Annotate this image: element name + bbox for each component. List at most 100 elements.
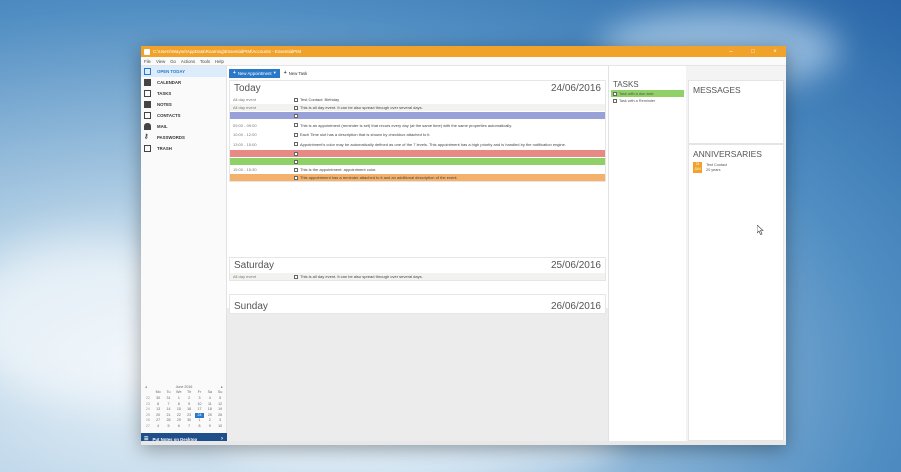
calendar-day[interactable]: 9 [205,424,215,429]
calendar-day[interactable]: 30 [153,396,163,401]
event-checkbox[interactable] [294,113,298,118]
new-appointment-button[interactable]: + New Appointment ▾ [229,68,280,78]
task-checkbox[interactable] [613,91,617,96]
calendar-day[interactable]: 1 [174,396,184,401]
calendar-day[interactable]: 10 [215,424,225,429]
new-task-button[interactable]: + New Task [284,70,307,76]
calendar-day[interactable]: 11 [205,402,215,407]
event-row[interactable]: 13:00 - 15:00 Appointment's color may be … [230,138,605,149]
calendar-day[interactable]: 1 [195,418,205,423]
task-item[interactable]: Task with a due date [611,90,684,97]
sidebar-item-contacts[interactable]: CONTACTS [141,110,226,121]
event-row[interactable]: 10:00 - 12:00 Each Time slot has a descri… [230,130,605,138]
task-item[interactable]: Task with a Reminder [611,97,684,104]
calendar-day[interactable]: 14 [164,407,174,412]
sidebar-item-calendar[interactable]: CALENDAR [141,77,226,88]
event-row[interactable]: 09:00 - 09:00 This is an appointment (rem… [230,119,605,130]
calendar-day[interactable]: 8 [174,402,184,407]
calendar-day[interactable]: 3 [195,396,205,401]
event-checkbox[interactable] [294,142,298,146]
calendar-day[interactable]: 17 [195,407,205,412]
task-checkbox[interactable] [613,98,617,103]
calendar-day[interactable]: 23 [184,413,194,418]
event-checkbox[interactable] [294,151,298,156]
calendar-day[interactable]: 7 [164,402,174,407]
event-checkbox[interactable] [294,97,298,102]
menu-help[interactable]: Help [215,59,224,64]
event-row[interactable]: 15:00 - 15:30 This is the appointment: ap… [230,165,605,173]
right-panels: MESSAGES ANNIVERSARIES 24 JUN Test Conta… [686,66,786,445]
calendar-day[interactable]: 28 [164,418,174,423]
calendar-day[interactable]: 4 [205,396,215,401]
calendar-day[interactable]: 22 [174,413,184,418]
menu-go[interactable]: Go [170,59,176,64]
calendar-day[interactable]: 30 [184,418,194,423]
anniversary-item[interactable]: 24 JUN Test Contact 20 years [689,159,783,176]
week-number: 25 [145,412,150,417]
calendar-day[interactable]: 15 [174,407,184,412]
menu-file[interactable]: File [144,59,151,64]
calendar-icon [144,79,151,86]
calendar-day[interactable]: 29 [174,418,184,423]
calendar-day[interactable]: 9 [184,402,194,407]
event-row[interactable] [230,157,605,165]
sidebar-item-notes[interactable]: NOTES [141,99,226,110]
menu-actions[interactable]: Actions [181,59,195,64]
event-text: This is all day event. It can be also sp… [300,274,423,279]
event-row[interactable]: This appointment has a reminder attached… [230,173,605,181]
event-row[interactable]: All day event This is all day event. It c… [230,103,605,111]
calendar-day[interactable]: 10 [195,402,205,407]
menu-tools[interactable]: Tools [200,59,210,64]
sidebar-item-tasks[interactable]: TASKS [141,88,226,99]
maximize-button[interactable]: □ [742,49,764,55]
calendar-day[interactable]: 6 [153,402,163,407]
chevron-down-icon[interactable]: ▾ [274,70,276,76]
weekday-label: Tu [166,390,171,395]
app-window: C:\Users\Wayne\AppData\Roaming\Essential… [141,46,786,445]
calendar-day[interactable]: 26 [215,413,225,418]
calendar-day[interactable]: 31 [164,396,174,401]
calendar-day[interactable]: 27 [153,418,163,423]
menu-view[interactable]: View [156,59,165,64]
calendar-day[interactable]: 12 [215,402,225,407]
minimize-button[interactable]: – [720,49,742,55]
sidebar-item-mail[interactable]: MAIL [141,121,226,132]
mini-calendar-month: June 2016 [175,385,193,390]
calendar-day[interactable]: 5 [215,396,225,401]
event-row[interactable]: All day event Test Contact: Birthday [230,95,605,103]
event-time: 09:00 - 09:00 [233,122,257,128]
event-checkbox[interactable] [294,132,298,137]
calendar-day[interactable]: 7 [184,424,194,429]
event-row[interactable] [230,111,605,119]
calendar-day[interactable]: 5 [164,424,174,429]
calendar-day[interactable]: 24 [194,412,205,418]
event-checkbox[interactable] [294,175,298,180]
sidebar-item-trash[interactable]: TRASH [141,143,226,154]
next-month-arrow-icon[interactable]: ▸ [221,385,223,389]
calendar-day[interactable]: 18 [205,407,215,412]
event-row[interactable] [230,149,605,157]
calendar-day[interactable]: 13 [153,407,163,412]
event-checkbox[interactable] [294,123,298,127]
calendar-day[interactable]: 2 [184,396,194,401]
calendar-day[interactable]: 20 [153,413,163,418]
calendar-day[interactable]: 6 [174,424,184,429]
calendar-day[interactable]: 25 [205,413,215,418]
event-checkbox[interactable] [294,105,298,110]
event-checkbox[interactable] [294,274,298,279]
new-appointment-label: New Appointment [237,70,272,76]
calendar-day[interactable]: 19 [215,407,225,412]
calendar-day[interactable]: 8 [195,424,205,429]
event-checkbox[interactable] [294,167,298,172]
close-button[interactable]: × [764,49,786,55]
calendar-day[interactable]: 2 [205,418,215,423]
prev-month-arrow-icon[interactable]: ◂ [145,385,147,389]
sidebar-item-passwords[interactable]: ⚷ PASSWORDS [141,132,226,143]
event-row[interactable]: All day event This is all day event. It c… [230,272,605,280]
calendar-day[interactable]: 16 [184,407,194,412]
sidebar-item-open-today[interactable]: OPEN TODAY [141,66,226,77]
calendar-day[interactable]: 3 [215,418,225,423]
calendar-day[interactable]: 4 [153,424,163,429]
calendar-day[interactable]: 21 [164,413,174,418]
event-checkbox[interactable] [294,159,298,164]
